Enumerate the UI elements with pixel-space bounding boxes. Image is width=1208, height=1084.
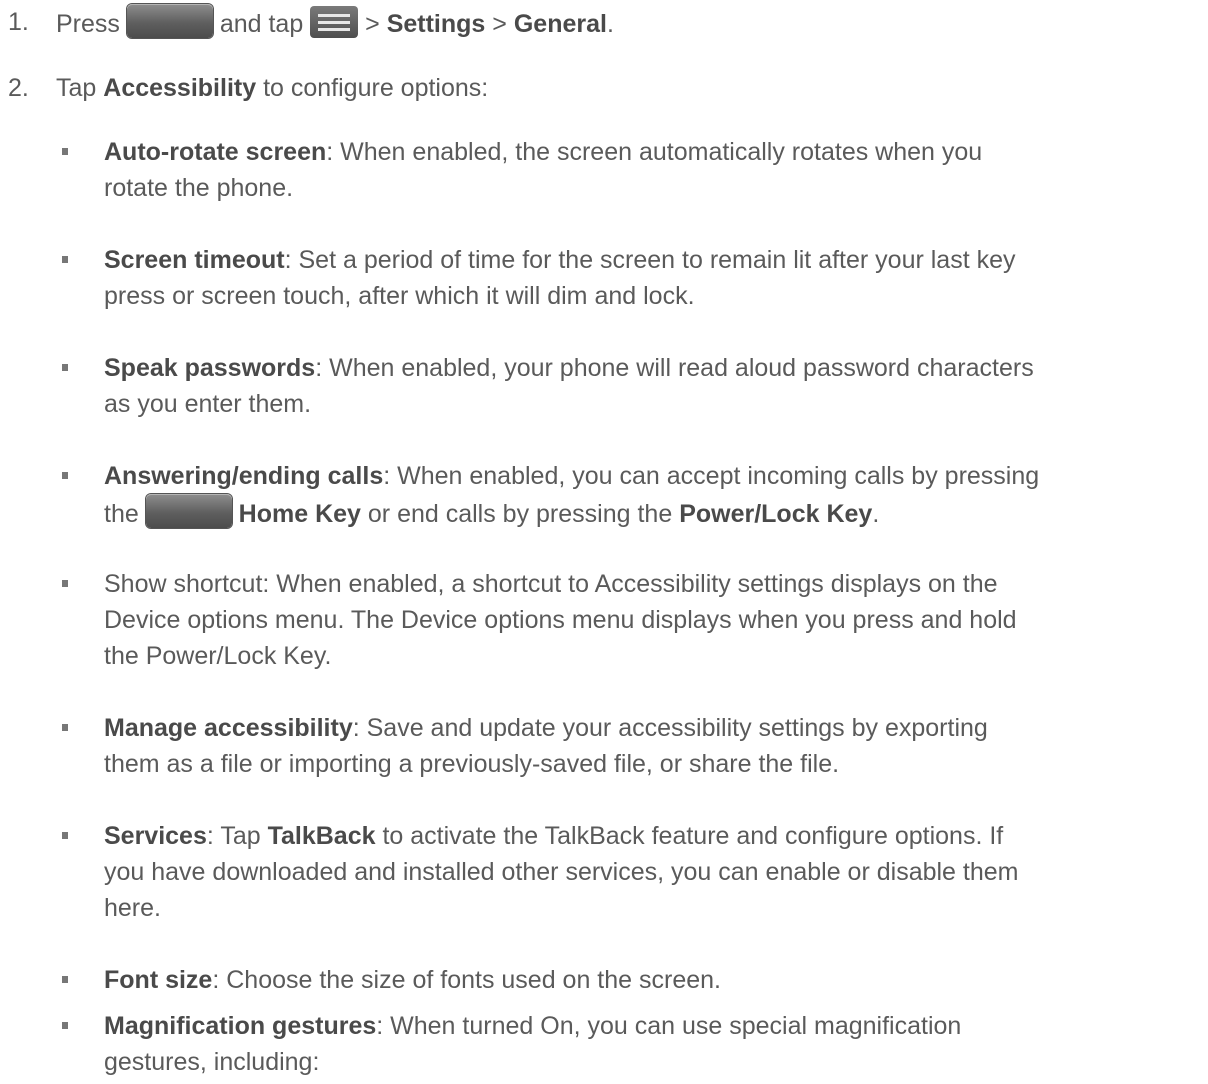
step-number: 1.: [8, 8, 29, 36]
item-line: the Power/Lock Key.: [104, 642, 332, 670]
item-text: Show shortcut: When enabled, a shortcut …: [104, 566, 1204, 674]
bullet-icon: [62, 1022, 68, 1029]
item-line: Device options menu. The Device options …: [104, 606, 1017, 634]
step-rest: to configure options:: [263, 74, 489, 102]
item-line: press or screen touch, after which it wi…: [104, 282, 695, 310]
item-text: Manage accessibility: Save and update yo…: [104, 710, 1204, 782]
bullet-icon: [62, 580, 68, 587]
item-line: Magnification gestures: When turned On, …: [104, 1008, 1204, 1044]
item-term: Font size: [104, 966, 213, 994]
item-term: Services: [104, 822, 207, 850]
separator: >: [492, 10, 507, 38]
bullet-icon: [62, 724, 68, 731]
item-desc: : Choose the size of fonts used on the s…: [212, 966, 721, 994]
item-text: Screen timeout: Set a period of time for…: [104, 242, 1204, 314]
item-desc: : When enabled, your phone will read alo…: [315, 354, 1034, 382]
item-desc: : Set a period of time for the screen to…: [284, 246, 1016, 274]
item-term: Auto-rotate screen: [104, 138, 327, 166]
bullet-icon: [62, 148, 68, 155]
step-word-and-tap: and tap: [219, 10, 304, 38]
item-desc: : When turned On, you can use special ma…: [376, 1012, 962, 1040]
item-text: Speak passwords: When enabled, your phon…: [104, 350, 1204, 422]
menu-icon: [310, 6, 359, 38]
power-key-term: Power/Lock Key: [679, 500, 873, 528]
settings-term: Settings: [386, 10, 486, 38]
item-desc: : Save and update your accessibility set…: [352, 714, 988, 742]
item-line: the Home Key or end calls by pressing th…: [104, 494, 1204, 532]
item-line: Speak passwords: When enabled, your phon…: [104, 350, 1204, 386]
item-line: gestures, including:: [104, 1048, 320, 1076]
item-term: Answering/ending calls: [104, 462, 384, 490]
item-text: Font size: Choose the size of fonts used…: [104, 962, 1204, 998]
item-desc: : When enabled, you can accept incoming …: [383, 462, 1040, 490]
period: .: [606, 10, 614, 38]
item-desc: or end calls by pressing the: [367, 500, 673, 528]
item-term: Speak passwords: [104, 354, 316, 382]
item-line: here.: [104, 894, 161, 922]
item-term: Screen timeout: [104, 246, 285, 274]
item-line: as you enter them.: [104, 390, 312, 418]
item-line: Answering/ending calls: When enabled, yo…: [104, 458, 1204, 494]
step-word-press: Press: [56, 10, 120, 38]
bullet-icon: [62, 364, 68, 371]
item-text: Services: Tap TalkBack to activate the T…: [104, 818, 1204, 926]
item-line: Auto-rotate screen: When enabled, the sc…: [104, 134, 1204, 170]
item-term: Manage accessibility: [104, 714, 353, 742]
item-line: Services: Tap TalkBack to activate the T…: [104, 818, 1204, 854]
item-text: Answering/ending calls: When enabled, yo…: [104, 458, 1204, 532]
item-line: Font size: Choose the size of fonts used…: [104, 962, 1204, 998]
step-text: Press and tap > Settings > General.: [56, 4, 614, 42]
item-line: Screen timeout: Set a period of time for…: [104, 242, 1204, 278]
step-word-tap: Tap: [56, 74, 97, 102]
item-line: Show shortcut: When enabled, a shortcut …: [104, 570, 998, 598]
item-text: Auto-rotate screen: When enabled, the sc…: [104, 134, 1204, 206]
talkback-term: TalkBack: [267, 822, 376, 850]
step-text: Tap Accessibility to configure options:: [56, 70, 488, 106]
home-key-term: Home Key: [238, 500, 361, 528]
period: .: [872, 500, 880, 528]
accessibility-term: Accessibility: [103, 74, 257, 102]
item-desc: to activate the TalkBack feature and con…: [382, 822, 1004, 850]
home-key-icon: [145, 494, 232, 528]
item-line: rotate the phone.: [104, 174, 294, 202]
general-term: General: [513, 10, 607, 38]
bullet-icon: [62, 976, 68, 983]
item-line: you have downloaded and installed other …: [104, 858, 1019, 886]
item-desc: : Tap: [206, 822, 261, 850]
bullet-icon: [62, 832, 68, 839]
item-text: Magnification gestures: When turned On, …: [104, 1008, 1204, 1080]
separator: >: [365, 10, 380, 38]
item-term: Magnification gestures: [104, 1012, 377, 1040]
home-key-icon: [126, 4, 213, 38]
bullet-icon: [62, 472, 68, 479]
step-number: 2.: [8, 74, 29, 102]
bullet-icon: [62, 256, 68, 263]
item-line: them as a file or importing a previously…: [104, 750, 840, 778]
item-line: Manage accessibility: Save and update yo…: [104, 710, 1204, 746]
item-desc: : When enabled, the screen automatically…: [326, 138, 983, 166]
item-desc: the: [104, 500, 139, 528]
